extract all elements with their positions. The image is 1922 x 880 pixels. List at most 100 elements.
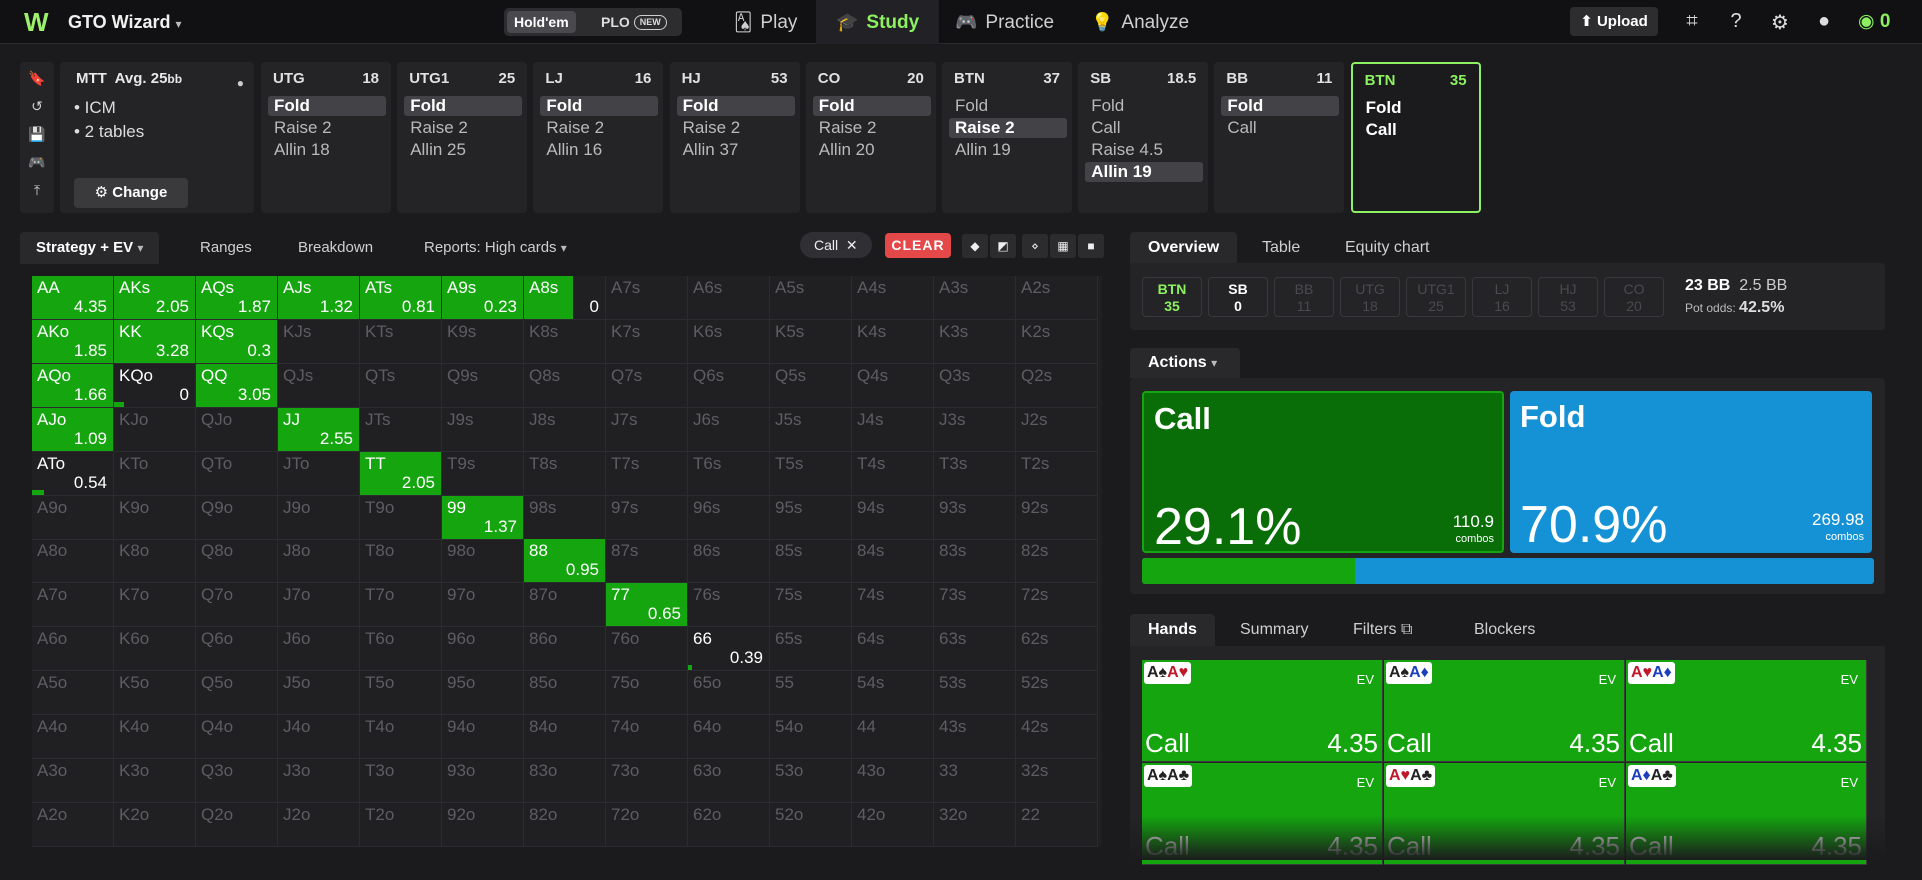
wizard-logo-icon[interactable]: W (24, 9, 54, 35)
hand-cell[interactable]: 96o (442, 627, 524, 672)
hand-cell[interactable]: Q5o (196, 671, 278, 716)
hand-cell[interactable]: Q9s (442, 363, 524, 408)
seat-utg[interactable]: UTG 18 (1340, 277, 1400, 317)
hand-cell[interactable]: K6s (688, 319, 770, 364)
node-action[interactable]: Fold (812, 96, 931, 116)
hand-cell[interactable]: 44 (852, 715, 934, 759)
hand-cell[interactable]: 98o (442, 539, 524, 584)
balance[interactable]: ◉ 0 (1858, 10, 1890, 33)
hand-cell[interactable]: A2s (1016, 276, 1098, 320)
close-icon[interactable]: ✕ (846, 237, 858, 253)
hand-cell[interactable]: 65o (688, 671, 770, 716)
seat-btn[interactable]: BTN 35 (1142, 277, 1202, 317)
gear-icon[interactable]: ⚙ (1768, 10, 1792, 35)
hand-cell[interactable]: J8o (278, 539, 360, 584)
hand-cell[interactable]: 53o (770, 758, 852, 803)
hand-cell[interactable]: K8s (524, 319, 606, 364)
hand-cell[interactable]: J2o (278, 802, 360, 847)
hand-cell[interactable]: J8s (524, 407, 606, 452)
tab-filters[interactable]: Filters ⧉ (1353, 614, 1412, 646)
bookmark-icon[interactable]: 🔖 (28, 70, 46, 87)
hand-cell[interactable]: 99 1.37 (442, 495, 524, 540)
hand-cell[interactable]: QJo (196, 407, 278, 452)
hand-cell[interactable]: 74o (606, 715, 688, 759)
seat-co[interactable]: CO 20 (1604, 277, 1664, 317)
hand-cell[interactable]: Q2o (196, 802, 278, 847)
hand-cell[interactable]: 75s (770, 583, 852, 628)
screenshot-icon[interactable]: ⌗ (1680, 10, 1704, 33)
hand-cell[interactable]: 96s (688, 495, 770, 540)
hand-cell[interactable]: J7o (278, 583, 360, 628)
hand-cell[interactable]: A6o (32, 627, 114, 672)
hand-cell[interactable]: A8s 0 (524, 276, 606, 320)
hand-cell[interactable]: 22 (1016, 802, 1098, 847)
node-action[interactable]: Raise 2 (404, 118, 522, 138)
action-node-bb[interactable]: BB 11 Fold Call (1214, 62, 1345, 213)
hand-cell[interactable]: 84s (852, 539, 934, 584)
hand-cell[interactable]: 54s (852, 671, 934, 716)
hand-cell[interactable]: QTs (360, 363, 442, 408)
hand-cell[interactable]: K8o (114, 539, 196, 584)
hand-cell[interactable]: 92s (1016, 495, 1098, 540)
gamepad-icon[interactable]: 🎮 (28, 154, 46, 171)
hand-cell[interactable]: QJs (278, 363, 360, 408)
hand-cell[interactable]: Q3o (196, 758, 278, 803)
seat-utg1[interactable]: UTG1 25 (1406, 277, 1466, 317)
help-icon[interactable]: ? (1724, 10, 1748, 33)
hand-cell[interactable]: 98s (524, 495, 606, 540)
tab-ranges[interactable]: Ranges (200, 228, 252, 260)
hand-cell[interactable]: 52s (1016, 671, 1098, 716)
hand-cell[interactable]: 76o (606, 627, 688, 672)
hand-cell[interactable]: 72o (606, 802, 688, 847)
hand-combo-cell[interactable]: A♥A♦ EV Call 4.35 (1626, 660, 1867, 762)
hand-cell[interactable]: 97s (606, 495, 688, 540)
hand-cell[interactable]: 33 (934, 758, 1016, 803)
hand-cell[interactable]: Q8s (524, 363, 606, 408)
hand-cell[interactable]: J6o (278, 627, 360, 672)
hand-cell[interactable]: ATo 0.54 (32, 451, 114, 496)
hand-cell[interactable]: Q7o (196, 583, 278, 628)
hand-cell[interactable]: JJ 2.55 (278, 407, 360, 452)
save-icon[interactable]: 💾 (28, 126, 46, 143)
hand-cell[interactable]: 87o (524, 583, 606, 628)
node-action[interactable]: Allin 37 (677, 140, 795, 160)
hand-cell[interactable]: 85o (524, 671, 606, 716)
hand-cell[interactable]: 72s (1016, 583, 1098, 628)
hand-cell[interactable]: T2s (1016, 451, 1098, 496)
hand-cell[interactable]: 66 0.39 (688, 627, 770, 672)
hand-cell[interactable]: 84o (524, 715, 606, 759)
action-node-btn[interactable]: BTN 35 Fold Call (1350, 62, 1481, 213)
hand-cell[interactable]: K9s (442, 319, 524, 364)
hand-cell[interactable]: A3s (934, 276, 1016, 320)
hand-combo-cell[interactable]: A♠A♥ EV Call 4.35 (1142, 660, 1383, 762)
hand-cell[interactable]: AJo 1.09 (32, 407, 114, 452)
hand-cell[interactable]: JTs (360, 407, 442, 452)
hand-cell[interactable]: 94s (852, 495, 934, 540)
hand-cell[interactable]: K7s (606, 319, 688, 364)
nav-analyze[interactable]: 💡 Analyze (1071, 0, 1209, 44)
hand-cell[interactable]: T6o (360, 627, 442, 672)
tab-breakdown[interactable]: Breakdown (298, 228, 373, 260)
node-action[interactable]: Allin 18 (268, 140, 386, 160)
hand-cell[interactable]: KTo (114, 451, 196, 496)
tab-table[interactable]: Table (1262, 232, 1300, 264)
tab-reports[interactable]: Reports: High cards ▾ (424, 228, 567, 260)
reset-icon[interactable]: ↺ (28, 98, 46, 115)
hand-cell[interactable]: J9s (442, 407, 524, 452)
grid-icon[interactable]: ▦ (1050, 234, 1076, 258)
hand-cell[interactable]: 42s (1016, 715, 1098, 759)
hand-cell[interactable]: T4o (360, 715, 442, 759)
hand-cell[interactable]: AKs 2.05 (114, 276, 196, 320)
hand-cell[interactable]: J7s (606, 407, 688, 452)
hand-cell[interactable]: T4s (852, 451, 934, 496)
node-action[interactable]: Fold (1085, 96, 1203, 116)
hand-cell[interactable]: 64o (688, 715, 770, 759)
hand-cell[interactable]: J6s (688, 407, 770, 452)
hand-cell[interactable]: KQo 0 (114, 363, 196, 408)
hand-cell[interactable]: 55 (770, 671, 852, 716)
hand-cell[interactable]: T8o (360, 539, 442, 584)
tab-overview[interactable]: Overview (1130, 232, 1238, 264)
hand-cell[interactable]: K4s (852, 319, 934, 364)
hand-cell[interactable]: KJo (114, 407, 196, 452)
hand-cell[interactable]: 52o (770, 802, 852, 847)
